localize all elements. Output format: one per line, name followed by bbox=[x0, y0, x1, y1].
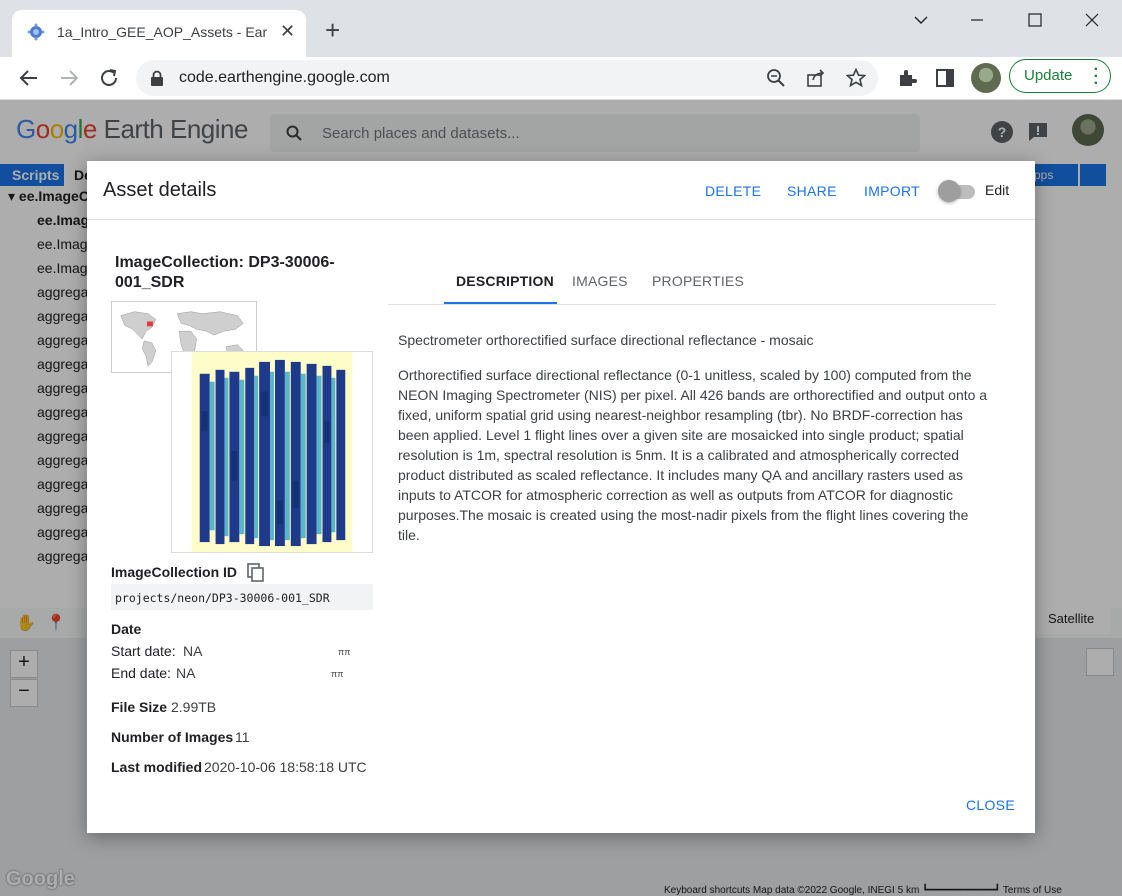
date-label: Date bbox=[111, 621, 142, 637]
new-tab-icon[interactable]: + bbox=[325, 17, 340, 43]
end-date-value: NA bbox=[176, 665, 196, 681]
edit-label: Edit bbox=[985, 182, 1010, 198]
last-modified-label: Last modified bbox=[111, 759, 203, 775]
update-button[interactable]: Update · · · bbox=[1009, 59, 1111, 93]
number-of-images-value: 11 bbox=[235, 729, 250, 745]
reload-icon[interactable] bbox=[97, 66, 121, 90]
extensions-puzzle-icon[interactable] bbox=[896, 67, 918, 89]
window-close-icon[interactable] bbox=[1077, 8, 1107, 32]
chevron-down-icon[interactable] bbox=[906, 8, 936, 32]
tab-title: 1a_Intro_GEE_AOP_Assets - Earth Engine C… bbox=[57, 24, 267, 40]
url-text: code.earthengine.google.com bbox=[179, 69, 390, 86]
collection-id-label: ImageCollection ID bbox=[111, 564, 238, 580]
delete-button[interactable]: DELETE bbox=[705, 183, 761, 199]
asset-heading: ImageCollection: DP3-30006-001_SDR bbox=[115, 254, 335, 291]
end-date-label: End date: bbox=[111, 665, 171, 681]
start-date-label: Start date: bbox=[111, 643, 176, 659]
tab-images[interactable]: IMAGES bbox=[572, 273, 628, 289]
import-button[interactable]: IMPORT bbox=[864, 183, 920, 199]
lock-icon bbox=[151, 70, 163, 86]
copy-icon[interactable] bbox=[247, 563, 265, 583]
maximize-icon[interactable] bbox=[1020, 8, 1050, 32]
description-summary: Spectrometer orthorectified surface dire… bbox=[398, 332, 814, 348]
tab-close-icon[interactable]: ✕ bbox=[280, 21, 295, 42]
tab-properties[interactable]: PROPERTIES bbox=[652, 273, 744, 289]
start-date-value: NA bbox=[183, 643, 203, 659]
share-icon[interactable] bbox=[806, 68, 826, 88]
side-panel-icon[interactable] bbox=[934, 67, 956, 89]
browser-toolbar: code.earthengine.google.com Update · · · bbox=[0, 57, 1122, 100]
last-modified-value: 2020-10-06 18:58:18 UTC bbox=[204, 759, 367, 775]
collection-id-value[interactable]: projects/neon/DP3-30006-001_SDR bbox=[111, 584, 373, 610]
bookmark-star-icon[interactable] bbox=[846, 68, 866, 88]
tab-description[interactable]: DESCRIPTION bbox=[456, 273, 554, 289]
minimize-icon[interactable] bbox=[962, 8, 992, 32]
forward-arrow-icon[interactable] bbox=[57, 66, 81, 90]
profile-avatar[interactable] bbox=[971, 63, 1001, 93]
calendar-mark-icon: ππ bbox=[338, 647, 351, 657]
address-bar[interactable]: code.earthengine.google.com bbox=[136, 60, 878, 96]
detail-tabs: DESCRIPTION IMAGES PROPERTIES bbox=[388, 261, 996, 305]
browser-tab[interactable]: 1a_Intro_GEE_AOP_Assets - Earth Engine C… bbox=[12, 10, 306, 57]
description-body: Orthorectified surface directional refle… bbox=[398, 367, 988, 543]
calendar-mark-icon: ππ bbox=[331, 669, 344, 679]
update-label: Update bbox=[1024, 67, 1073, 84]
zoom-icon[interactable] bbox=[766, 68, 786, 88]
back-arrow-icon[interactable] bbox=[17, 66, 41, 90]
dialog-title: Asset details bbox=[103, 179, 217, 201]
close-button[interactable]: CLOSE bbox=[966, 797, 1015, 813]
asset-details-dialog: Asset details DELETE SHARE IMPORT Edit I… bbox=[87, 161, 1035, 833]
browser-titlebar: 1a_Intro_GEE_AOP_Assets - Earth Engine C… bbox=[0, 0, 1122, 57]
edit-toggle[interactable] bbox=[938, 180, 960, 202]
number-of-images-label: Number of Images bbox=[111, 729, 234, 745]
raster-thumbnail bbox=[171, 351, 373, 553]
active-tab-indicator bbox=[444, 302, 557, 304]
file-size-value: 2.99TB bbox=[171, 699, 217, 715]
file-size-label: File Size bbox=[111, 699, 168, 715]
share-button[interactable]: SHARE bbox=[787, 183, 837, 199]
earth-engine-favicon-icon bbox=[27, 23, 45, 41]
dialog-header: Asset details DELETE SHARE IMPORT Edit bbox=[87, 161, 1035, 220]
menu-dots-icon[interactable]: · · · bbox=[1094, 62, 1099, 92]
